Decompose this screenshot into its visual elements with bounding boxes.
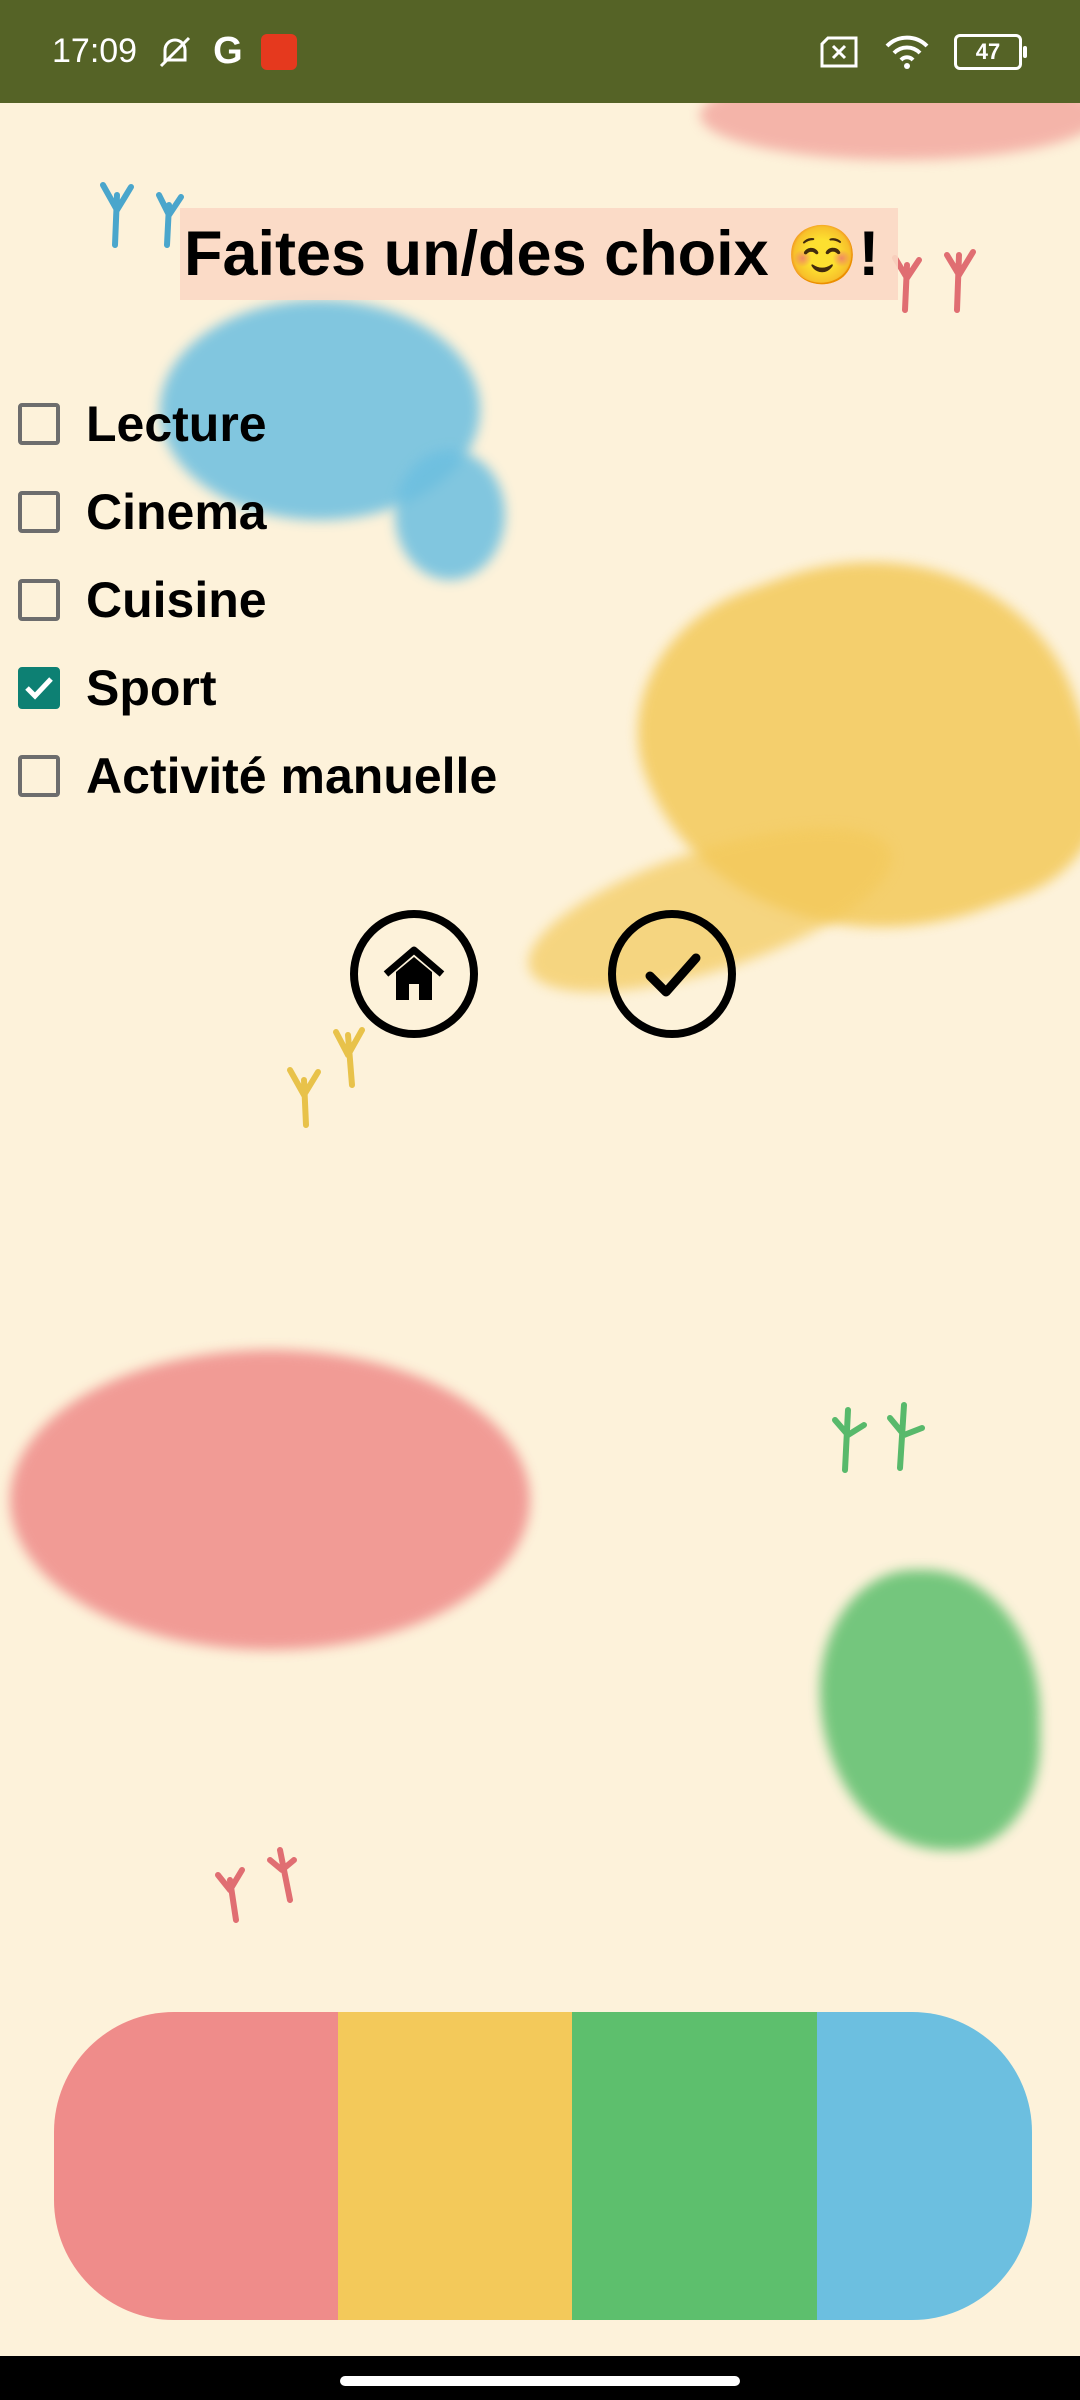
green-sprout-icon bbox=[832, 1402, 925, 1473]
aliexpress-icon bbox=[260, 33, 297, 70]
smiling-face-icon: ☺️ bbox=[786, 223, 859, 288]
page-title-suffix: ! bbox=[858, 219, 880, 289]
choice-label: Cuisine bbox=[86, 572, 267, 628]
status-bar: 17:09 G 47 bbox=[0, 0, 1080, 103]
no-sim-icon bbox=[820, 36, 858, 67]
status-time: 17:09 bbox=[52, 32, 138, 70]
checkbox-lecture[interactable] bbox=[18, 403, 60, 445]
checkbox-activite-manuelle[interactable] bbox=[18, 755, 60, 797]
page-title-text: Faites un/des choix bbox=[184, 219, 769, 289]
battery-level: 47 bbox=[975, 38, 1001, 64]
home-button[interactable] bbox=[350, 910, 478, 1038]
page-title: Faites un/des choix ☺️! bbox=[184, 218, 879, 290]
status-bar-right: 47 bbox=[818, 0, 1027, 103]
red-paint-blob bbox=[10, 1350, 530, 1650]
google-icon: G bbox=[213, 30, 243, 72]
rainbow-red-band bbox=[54, 2012, 338, 2320]
choice-label: Sport bbox=[86, 660, 217, 716]
check-icon bbox=[645, 953, 701, 997]
home-icon bbox=[383, 946, 445, 1000]
checkbox-cinema[interactable] bbox=[18, 491, 60, 533]
checkmark-icon bbox=[25, 677, 53, 700]
rainbow-blue-band bbox=[816, 2012, 1032, 2320]
rainbow-green-band bbox=[572, 2012, 817, 2320]
confirm-button[interactable] bbox=[608, 910, 736, 1038]
yellow-sprout-icon bbox=[287, 1027, 365, 1128]
choice-label: Cinema bbox=[86, 484, 267, 540]
rainbow-yellow-band bbox=[337, 2012, 573, 2320]
rainbow-banner bbox=[54, 2012, 1032, 2320]
red-sprout-icon-2 bbox=[215, 1847, 297, 1923]
choice-cuisine[interactable]: Cuisine bbox=[18, 556, 497, 644]
home-gesture-handle[interactable] bbox=[340, 2376, 740, 2386]
navigation-bar bbox=[0, 2356, 1080, 2400]
wifi-icon bbox=[885, 35, 929, 69]
mute-alarm-icon bbox=[160, 36, 191, 67]
choice-label: Activité manuelle bbox=[86, 748, 498, 804]
choices-list: Lecture Cinema Cuisine Sport Activité ma… bbox=[18, 380, 497, 820]
choice-label: Lecture bbox=[86, 396, 267, 452]
red-sprout-icon bbox=[892, 249, 976, 313]
checkbox-cuisine[interactable] bbox=[18, 579, 60, 621]
choice-sport[interactable]: Sport bbox=[18, 644, 497, 732]
status-bar-left: 17:09 G bbox=[52, 30, 297, 73]
checkbox-sport[interactable] bbox=[18, 667, 60, 709]
battery-icon: 47 bbox=[954, 33, 1027, 70]
choice-activite-manuelle[interactable]: Activité manuelle bbox=[18, 732, 497, 820]
green-paint-blob bbox=[820, 1570, 1040, 1850]
choice-cinema[interactable]: Cinema bbox=[18, 468, 497, 556]
choice-lecture[interactable]: Lecture bbox=[18, 380, 497, 468]
